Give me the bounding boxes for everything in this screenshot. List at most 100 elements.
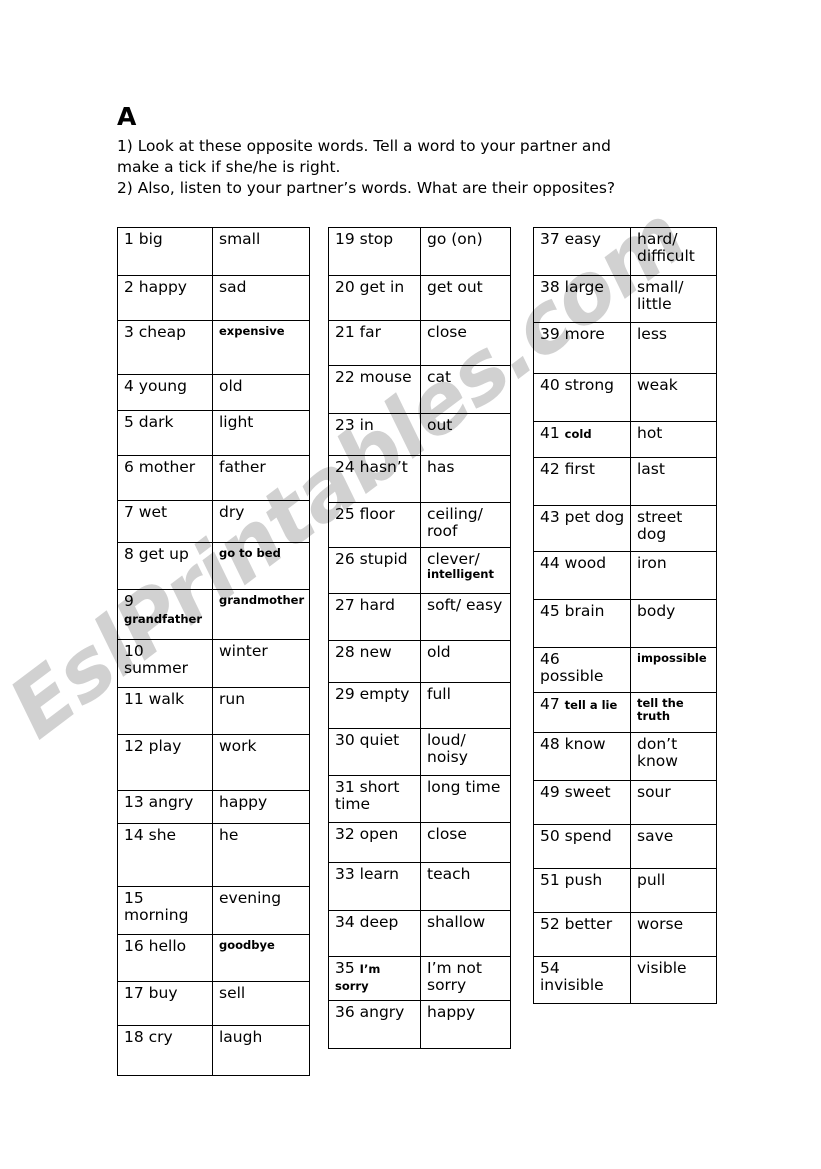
opposite-cell[interactable]: goodbye <box>211 934 311 982</box>
word-cell[interactable]: 10 summer <box>117 639 213 688</box>
opposite-cell[interactable]: evening <box>211 886 311 935</box>
opposite-cell[interactable]: tell the truth <box>630 692 717 733</box>
word-cell[interactable]: 54 invisible <box>533 956 631 1004</box>
opposite-cell[interactable]: weak <box>630 373 717 422</box>
opposite-cell[interactable]: soft/ easy <box>420 593 511 641</box>
word-cell[interactable]: 9 grandfather <box>117 589 213 640</box>
word-cell[interactable]: 5 dark <box>117 410 213 456</box>
word-cell[interactable]: 4 young <box>117 374 213 411</box>
word-cell[interactable]: 2 happy <box>117 275 213 321</box>
opposite-cell[interactable]: close <box>420 822 511 863</box>
word-cell[interactable]: 34 deep <box>328 910 421 957</box>
opposite-cell[interactable]: go (on) <box>420 227 511 276</box>
opposite-cell[interactable]: loud/ noisy <box>420 728 511 776</box>
word-cell[interactable]: 20 get in <box>328 275 421 321</box>
opposite-cell[interactable]: light <box>211 410 311 456</box>
opposite-cell[interactable]: small/ little <box>630 275 717 323</box>
opposite-cell[interactable]: clever/intelligent <box>420 547 511 594</box>
word-cell[interactable]: 11 walk <box>117 687 213 735</box>
word-cell[interactable]: 38 large <box>533 275 631 323</box>
opposite-cell[interactable]: pull <box>630 868 717 913</box>
opposite-cell[interactable]: iron <box>630 551 717 600</box>
opposite-cell[interactable]: don’t know <box>630 732 717 781</box>
opposite-cell[interactable]: run <box>211 687 311 735</box>
word-cell[interactable]: 6 mother <box>117 455 213 501</box>
word-cell[interactable]: 40 strong <box>533 373 631 422</box>
word-cell[interactable]: 15 morning <box>117 886 213 935</box>
opposite-cell[interactable]: old <box>420 640 511 683</box>
opposite-cell[interactable]: sour <box>630 780 717 825</box>
word-cell[interactable]: 30 quiet <box>328 728 421 776</box>
word-cell[interactable]: 50 spend <box>533 824 631 869</box>
word-cell[interactable]: 41 cold <box>533 421 631 458</box>
word-cell[interactable]: 33 learn <box>328 862 421 911</box>
word-cell[interactable]: 35 I’m sorry <box>328 956 421 1001</box>
opposite-cell[interactable]: happy <box>420 1000 511 1049</box>
opposite-cell[interactable]: small <box>211 227 311 276</box>
word-cell[interactable]: 43 pet dog <box>533 505 631 552</box>
word-cell[interactable]: 7 wet <box>117 500 213 543</box>
word-cell[interactable]: 47 tell a lie <box>533 692 631 733</box>
word-cell[interactable]: 23 in <box>328 413 421 456</box>
word-cell[interactable]: 18 cry <box>117 1025 213 1076</box>
word-cell[interactable]: 3 cheap <box>117 320 213 375</box>
opposite-cell[interactable]: long time <box>420 775 511 823</box>
word-cell[interactable]: 48 know <box>533 732 631 781</box>
opposite-cell[interactable]: sell <box>211 981 311 1026</box>
word-cell[interactable]: 49 sweet <box>533 780 631 825</box>
word-cell[interactable]: 19 stop <box>328 227 421 276</box>
word-cell[interactable]: 12 play <box>117 734 213 791</box>
word-cell[interactable]: 44 wood <box>533 551 631 600</box>
opposite-cell[interactable]: hard/ difficult <box>630 227 717 276</box>
opposite-cell[interactable]: he <box>211 823 311 887</box>
opposite-cell[interactable]: winter <box>211 639 311 688</box>
opposite-cell[interactable]: street dog <box>630 505 717 552</box>
opposite-cell[interactable]: dry <box>211 500 311 543</box>
word-cell[interactable]: 36 angry <box>328 1000 421 1049</box>
word-cell[interactable]: 42 first <box>533 457 631 506</box>
opposite-cell[interactable]: hot <box>630 421 717 458</box>
opposite-cell[interactable]: old <box>211 374 311 411</box>
opposite-cell[interactable]: sad <box>211 275 311 321</box>
opposite-cell[interactable]: out <box>420 413 511 456</box>
word-cell[interactable]: 29 empty <box>328 682 421 729</box>
opposite-cell[interactable]: father <box>211 455 311 501</box>
opposite-cell[interactable]: close <box>420 320 511 366</box>
word-cell[interactable]: 27 hard <box>328 593 421 641</box>
opposite-cell[interactable]: visible <box>630 956 717 1004</box>
opposite-cell[interactable]: grandmother <box>211 589 311 640</box>
opposite-cell[interactable]: cat <box>420 365 511 414</box>
word-cell[interactable]: 51 push <box>533 868 631 913</box>
word-cell[interactable]: 1 big <box>117 227 213 276</box>
opposite-cell[interactable]: worse <box>630 912 717 957</box>
word-cell[interactable]: 26 stupid <box>328 547 421 594</box>
word-cell[interactable]: 24 hasn’t <box>328 455 421 503</box>
word-cell[interactable]: 39 more <box>533 322 631 374</box>
opposite-cell[interactable]: has <box>420 455 511 503</box>
opposite-cell[interactable]: teach <box>420 862 511 911</box>
word-cell[interactable]: 22 mouse <box>328 365 421 414</box>
opposite-cell[interactable]: happy <box>211 790 311 824</box>
word-cell[interactable]: 16 hello <box>117 934 213 982</box>
opposite-cell[interactable]: get out <box>420 275 511 321</box>
word-cell[interactable]: 17 buy <box>117 981 213 1026</box>
word-cell[interactable]: 46 possible <box>533 647 631 693</box>
opposite-cell[interactable]: expensive <box>211 320 311 375</box>
word-cell[interactable]: 13 angry <box>117 790 213 824</box>
opposite-cell[interactable]: laugh <box>211 1025 311 1076</box>
opposite-cell[interactable]: ceiling/ roof <box>420 502 511 548</box>
opposite-cell[interactable]: last <box>630 457 717 506</box>
word-cell[interactable]: 28 new <box>328 640 421 683</box>
word-cell[interactable]: 37 easy <box>533 227 631 276</box>
opposite-cell[interactable]: full <box>420 682 511 729</box>
word-cell[interactable]: 45 brain <box>533 599 631 648</box>
word-cell[interactable]: 21 far <box>328 320 421 366</box>
word-cell[interactable]: 8 get up <box>117 542 213 590</box>
opposite-cell[interactable]: body <box>630 599 717 648</box>
word-cell[interactable]: 31 short time <box>328 775 421 823</box>
word-cell[interactable]: 14 she <box>117 823 213 887</box>
word-cell[interactable]: 25 floor <box>328 502 421 548</box>
opposite-cell[interactable]: less <box>630 322 717 374</box>
opposite-cell[interactable]: save <box>630 824 717 869</box>
opposite-cell[interactable]: shallow <box>420 910 511 957</box>
